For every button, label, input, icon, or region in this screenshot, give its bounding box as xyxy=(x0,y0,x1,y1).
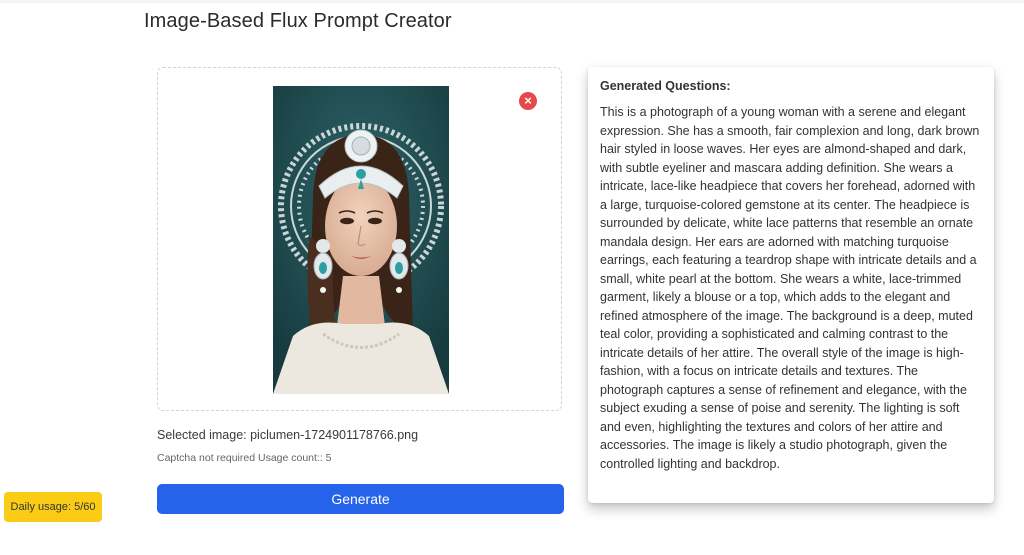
image-dropzone[interactable]: × xyxy=(157,67,562,411)
generated-output-card: Generated Questions: This is a photograp… xyxy=(588,67,994,503)
selected-image-filename: Selected image: piclumen-1724901178766.p… xyxy=(157,428,419,442)
captcha-usage-note: Captcha not required Usage count:: 5 xyxy=(157,452,332,464)
daily-usage-badge: Daily usage: 5/60 xyxy=(4,492,102,522)
output-heading: Generated Questions: xyxy=(600,79,731,93)
page-title: Image-Based Flux Prompt Creator xyxy=(144,10,452,32)
remove-image-icon[interactable]: × xyxy=(519,92,537,110)
uploaded-image-preview xyxy=(273,86,449,394)
generate-button[interactable]: Generate xyxy=(157,484,564,514)
top-divider xyxy=(0,0,1024,3)
generated-description-text: This is a photograph of a young woman wi… xyxy=(600,105,980,471)
